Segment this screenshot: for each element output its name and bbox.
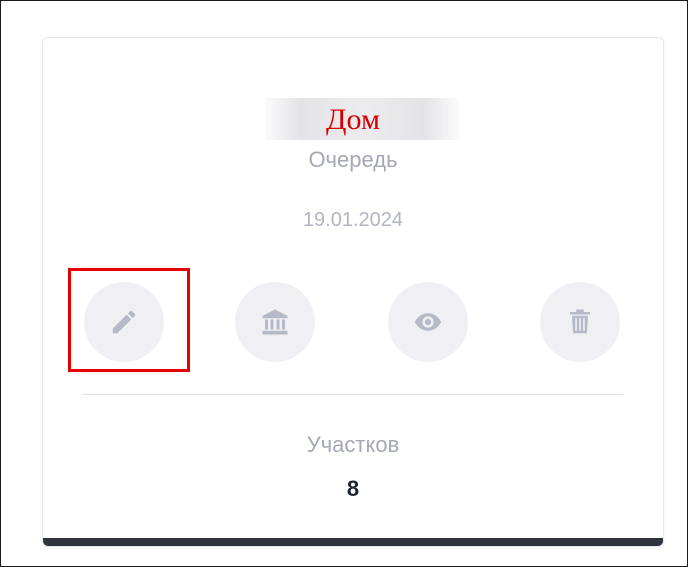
card-date: 19.01.2024 bbox=[302, 209, 404, 231]
plots-label: Участков bbox=[306, 432, 400, 457]
plots-count: 8 bbox=[346, 476, 360, 501]
view-button[interactable] bbox=[388, 282, 468, 362]
card-bottom-bar bbox=[43, 538, 663, 546]
eye-icon bbox=[413, 307, 443, 337]
delete-button[interactable] bbox=[540, 282, 620, 362]
bank-button[interactable] bbox=[235, 282, 315, 362]
queue-card: Дом Очередь 19.01.2024 Участков 8 bbox=[42, 37, 664, 547]
pencil-icon bbox=[109, 307, 139, 337]
trash-icon bbox=[565, 307, 595, 337]
divider bbox=[83, 394, 623, 395]
bank-icon bbox=[260, 307, 290, 337]
card-title: Дом bbox=[326, 103, 380, 136]
card-subtitle: Очередь bbox=[308, 147, 398, 172]
edit-button[interactable] bbox=[84, 282, 164, 362]
